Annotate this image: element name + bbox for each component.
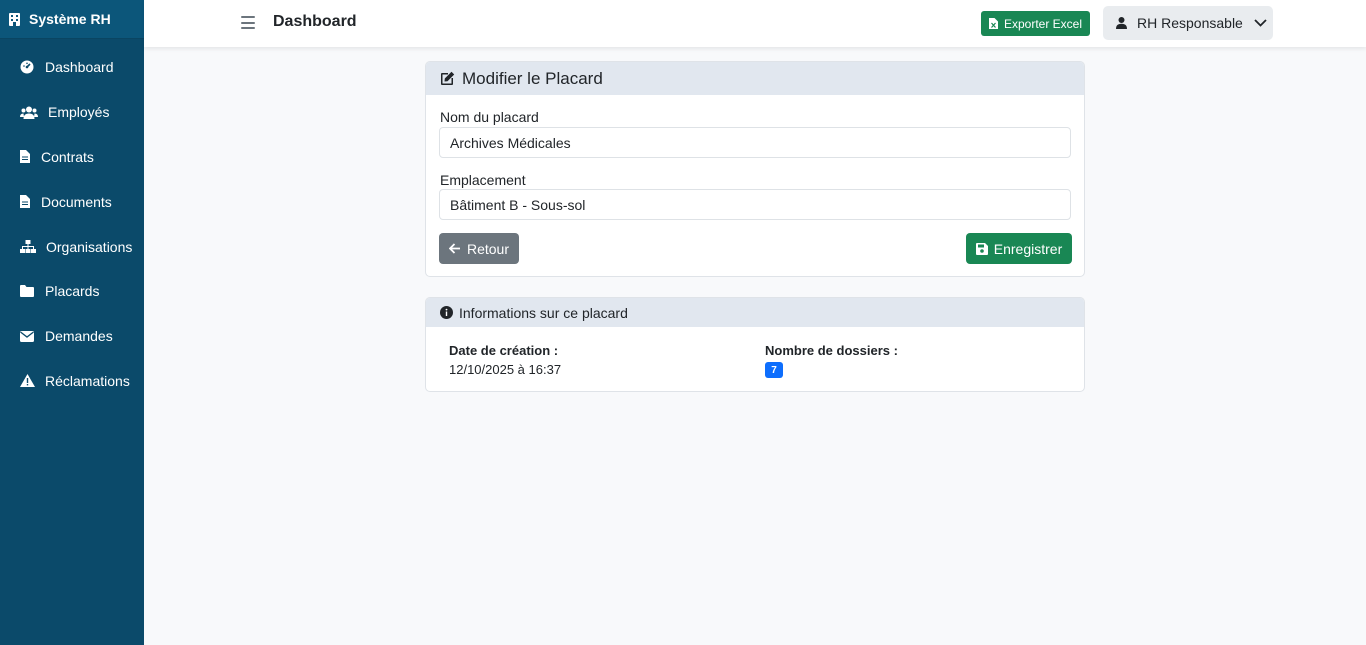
users-icon	[19, 105, 38, 119]
sidebar-item-documents[interactable]: Documents	[0, 179, 144, 224]
sidebar-nav: Dashboard Employés Contrats Documents Or…	[0, 45, 144, 403]
file-icon	[19, 195, 31, 209]
arrow-left-icon	[448, 243, 461, 254]
folder-icon	[19, 284, 35, 298]
export-excel-label: Exporter Excel	[1003, 16, 1083, 31]
sidebar-item-contrats[interactable]: Contrats	[0, 135, 144, 180]
menu-toggle-icon[interactable]	[241, 16, 255, 29]
page-title: Dashboard	[273, 13, 357, 30]
created-value: 12/10/2025 à 16:37	[449, 362, 562, 377]
topbar: Dashboard Exporter Excel RH Responsable	[144, 0, 1366, 47]
sidebar: Système RH Dashboard Employés Contrats D…	[0, 0, 144, 645]
location-input[interactable]: Bâtiment B - Sous-sol	[439, 189, 1071, 220]
user-menu-dropdown[interactable]: RH Responsable	[1103, 6, 1273, 40]
user-icon	[1116, 17, 1127, 29]
edit-placard-card: Modifier le Placard Nom du placard Archi…	[425, 61, 1085, 277]
sidebar-item-label: Dashboard	[45, 59, 114, 76]
sidebar-item-employes[interactable]: Employés	[0, 90, 144, 135]
export-excel-button[interactable]: Exporter Excel	[981, 11, 1090, 36]
save-icon	[975, 242, 988, 255]
save-label: Enregistrer	[993, 240, 1063, 257]
envelope-icon	[19, 329, 35, 343]
sidebar-item-placards[interactable]: Placards	[0, 269, 144, 314]
brand[interactable]: Système RH	[0, 0, 144, 39]
sidebar-item-label: Réclamations	[45, 372, 130, 389]
location-label: Emplacement	[440, 172, 526, 188]
edit-icon	[440, 71, 455, 86]
info-circle-icon	[440, 306, 453, 319]
card-title: Informations sur ce placard	[459, 304, 628, 321]
building-icon	[9, 12, 20, 26]
brand-label: Système RH	[29, 11, 111, 27]
sidebar-item-dashboard[interactable]: Dashboard	[0, 45, 144, 90]
file-icon	[19, 150, 31, 164]
sidebar-item-label: Organisations	[46, 238, 133, 255]
back-button[interactable]: Retour	[439, 233, 519, 264]
warning-icon	[19, 374, 35, 388]
card-header: Informations sur ce placard	[426, 298, 1084, 327]
created-label: Date de création :	[449, 343, 559, 358]
back-label: Retour	[466, 240, 510, 257]
sidebar-item-demandes[interactable]: Demandes	[0, 314, 144, 359]
placard-info-card: Informations sur ce placard Date de créa…	[425, 297, 1085, 392]
sidebar-item-label: Employés	[48, 104, 110, 121]
sidebar-item-label: Documents	[41, 193, 112, 210]
chevron-down-icon	[1254, 19, 1267, 27]
save-button[interactable]: Enregistrer	[966, 233, 1072, 264]
sidebar-item-organisations[interactable]: Organisations	[0, 224, 144, 269]
sidebar-item-label: Contrats	[41, 148, 94, 165]
sidebar-item-label: Demandes	[45, 328, 113, 345]
name-label: Nom du placard	[440, 109, 539, 125]
folders-label: Nombre de dossiers :	[765, 343, 898, 358]
card-title: Modifier le Placard	[462, 68, 603, 88]
sitemap-icon	[19, 240, 36, 254]
gauge-icon	[19, 60, 35, 74]
sidebar-item-reclamations[interactable]: Réclamations	[0, 359, 144, 404]
name-input[interactable]: Archives Médicales	[439, 127, 1071, 158]
card-header: Modifier le Placard	[426, 62, 1084, 95]
user-name: RH Responsable	[1137, 15, 1243, 31]
sidebar-item-label: Placards	[45, 283, 100, 300]
folders-count-badge: 7	[765, 362, 783, 378]
file-excel-icon	[988, 18, 998, 29]
